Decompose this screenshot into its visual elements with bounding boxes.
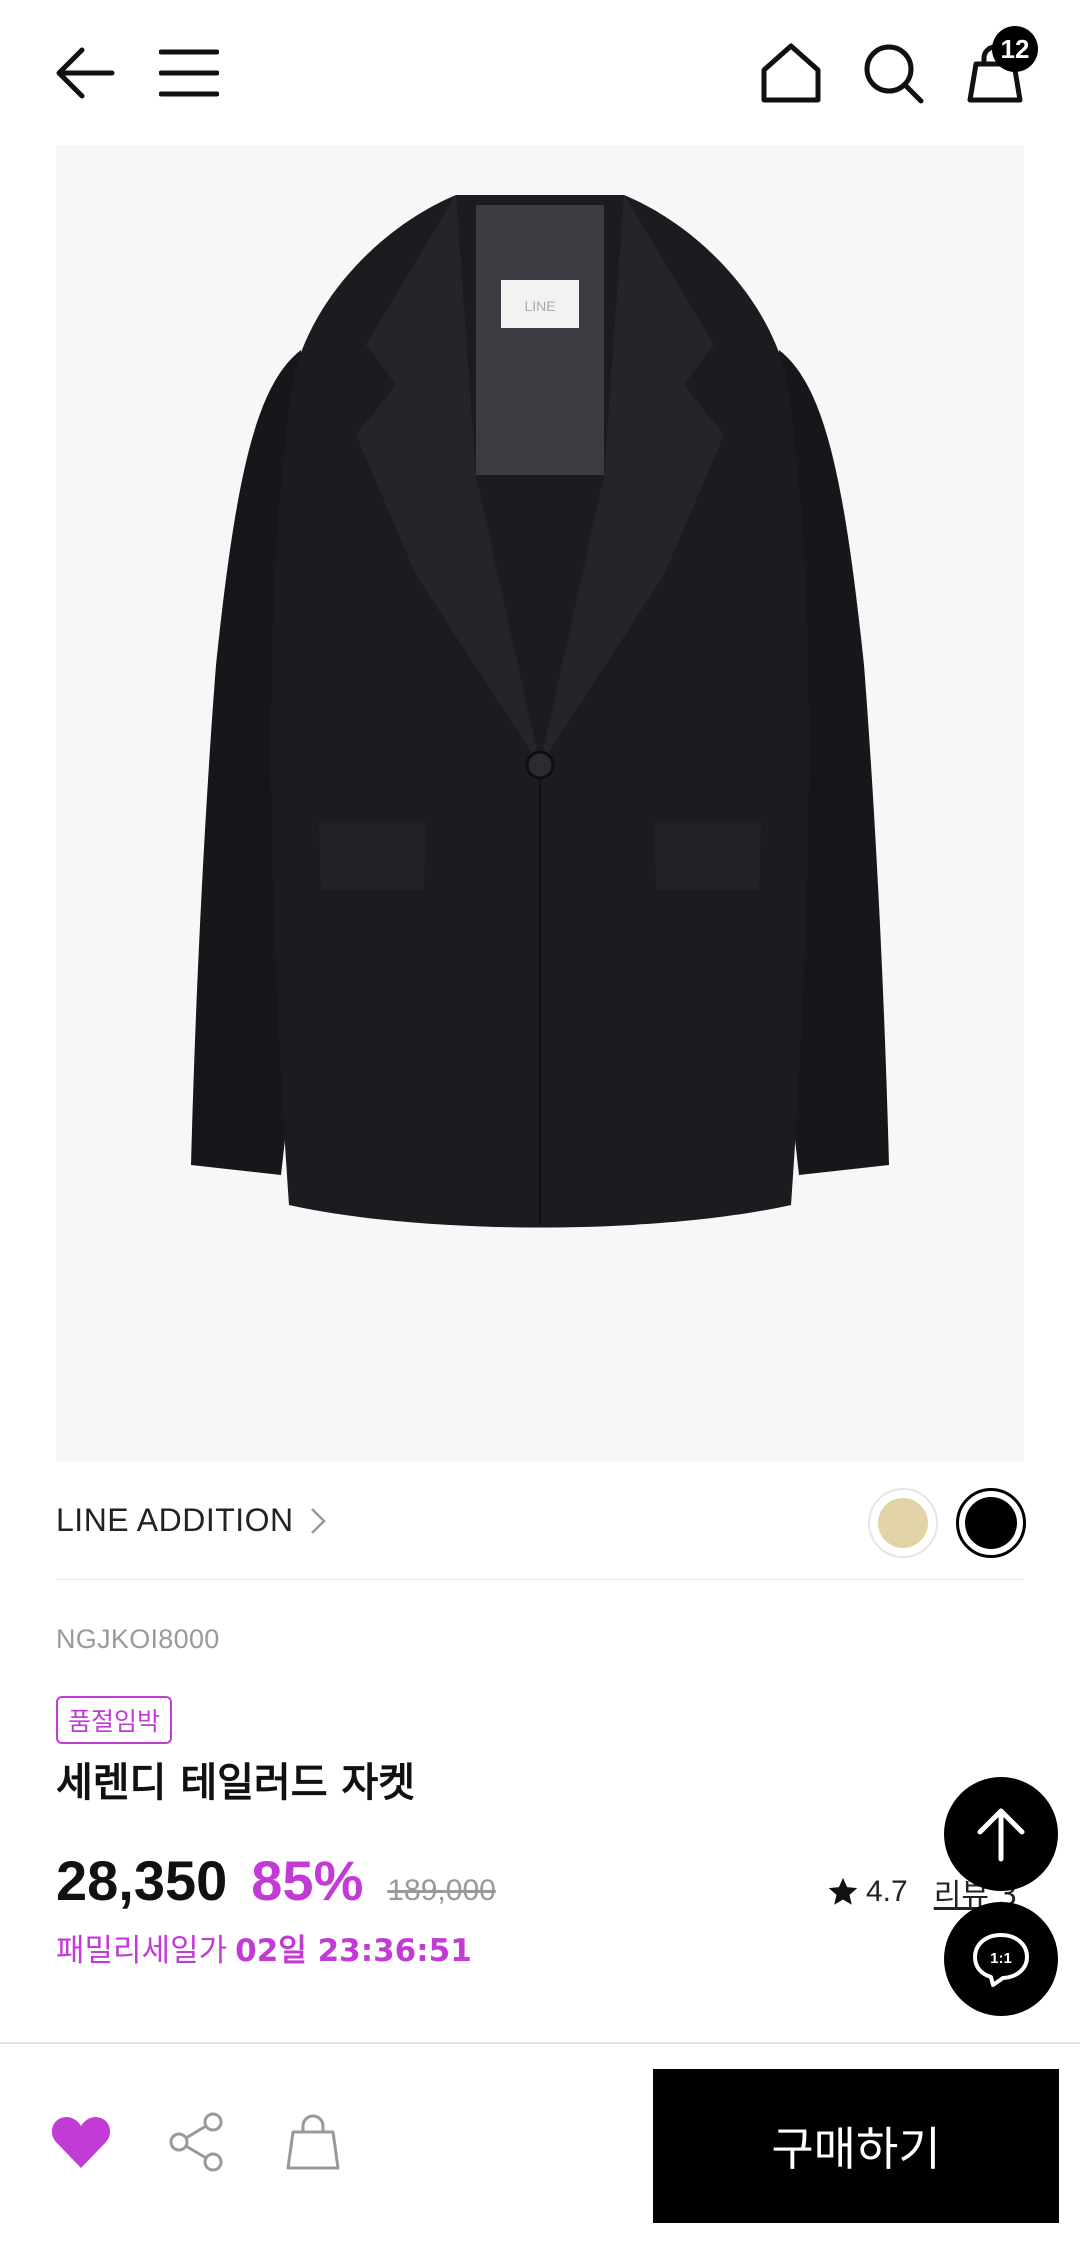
- chat-label: 1:1: [990, 1950, 1012, 1967]
- brand-link[interactable]: LINE ADDITION: [56, 1502, 326, 1539]
- original-price: 189,000: [387, 1874, 496, 1907]
- price-row: 28,350 85% 189,000: [56, 1848, 496, 1913]
- home-icon[interactable]: [756, 40, 826, 106]
- color-swatch-black[interactable]: [956, 1488, 1026, 1558]
- star-icon: [828, 1877, 858, 1905]
- shopping-bag-icon[interactable]: 12: [960, 26, 1038, 106]
- search-icon[interactable]: [858, 40, 928, 106]
- product-image[interactable]: LINE: [56, 145, 1024, 1461]
- rating-score: 4.7: [866, 1875, 908, 1908]
- jacket-illustration: LINE: [191, 195, 889, 1228]
- brand-name: LINE ADDITION: [56, 1502, 294, 1538]
- family-sale-row: 패밀리세일가 02일 23:36:51: [56, 1925, 472, 1970]
- sale-price: 28,350: [56, 1849, 228, 1912]
- brand-row: LINE ADDITION: [56, 1470, 1026, 1580]
- chevron-right-icon: [310, 1507, 326, 1534]
- chat-bubble-icon: 1:1: [973, 1933, 1029, 1987]
- garment-tag-label: LINE: [524, 298, 555, 314]
- share-icon[interactable]: [164, 2109, 230, 2175]
- back-arrow-icon[interactable]: [50, 42, 120, 104]
- scroll-to-top-button[interactable]: [944, 1777, 1058, 1891]
- chat-button[interactable]: 1:1: [944, 1902, 1058, 2016]
- cart-count-badge: 12: [992, 26, 1038, 72]
- wishlist-heart-icon[interactable]: [48, 2109, 114, 2175]
- top-navigation-bar: 12: [0, 0, 1080, 145]
- low-stock-badge: 품절임박: [56, 1696, 173, 1744]
- color-swatch-beige[interactable]: [868, 1488, 938, 1558]
- product-sku: NGJKOI8000: [56, 1624, 220, 1654]
- family-sale-label: 패밀리세일가: [56, 1933, 228, 1969]
- buy-now-button[interactable]: 구매하기: [653, 2069, 1059, 2223]
- arrow-up-icon: [977, 1808, 1025, 1862]
- discount-rate: 85%: [251, 1849, 364, 1912]
- product-title: 세렌디 테일러드 자켓: [56, 1760, 416, 1806]
- menu-icon[interactable]: [156, 42, 222, 104]
- add-to-bag-icon[interactable]: [280, 2109, 346, 2175]
- bottom-action-bar: 구매하기: [0, 2042, 1080, 2245]
- sale-countdown: 02일 23:36:51: [235, 1933, 472, 1969]
